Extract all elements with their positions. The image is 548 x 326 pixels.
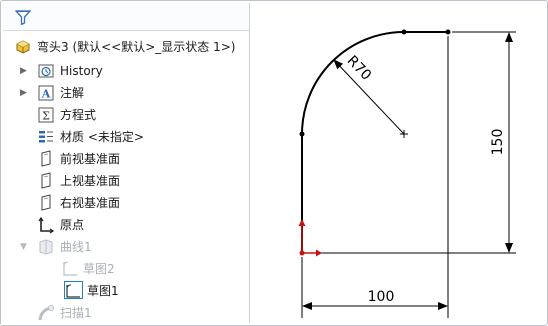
- plane-icon: [41, 194, 51, 211]
- tree-item-sketch1[interactable]: 草图1: [3, 281, 249, 301]
- tree-item-sweep1[interactable]: 扫描1: [3, 303, 249, 323]
- right-plane-label: 右视基准面: [60, 196, 121, 210]
- tree-item-annotations[interactable]: ▶ A 注解: [3, 83, 249, 103]
- annotations-label: 注解: [60, 86, 85, 100]
- sketch-profile-line[interactable]: [301, 31, 448, 253]
- feature-manager-tree: 弯头3 (默认<<默认>_显示状态 1>) ▶ History ▶ A 注解 Σ…: [3, 3, 250, 323]
- sketch-origin-icon[interactable]: [298, 219, 323, 257]
- tree-item-sketch2[interactable]: 草图2: [3, 259, 249, 279]
- tree-item-root-part[interactable]: 弯头3 (默认<<默认>_显示状态 1>): [3, 37, 249, 57]
- tree-item-origin[interactable]: 原点: [3, 215, 249, 235]
- root-part-label: 弯头3 (默认<<默认>_显示状态 1>): [37, 40, 236, 54]
- sweep-icon: [38, 305, 54, 321]
- width-dimension-text[interactable]: 100: [368, 289, 395, 305]
- svg-text:Σ: Σ: [42, 110, 50, 123]
- radius-dimension-text[interactable]: R70: [344, 53, 375, 84]
- front-plane-label: 前视基准面: [60, 152, 121, 166]
- curve1-label: 曲线1: [60, 240, 92, 254]
- tree-item-curve1[interactable]: ▼ 曲线1: [3, 237, 249, 257]
- tree-item-right-plane[interactable]: 右视基准面: [3, 193, 249, 213]
- history-label: History: [60, 64, 103, 78]
- material-icon: [39, 131, 53, 143]
- expand-arrow-icon[interactable]: ▶: [20, 65, 30, 77]
- graphics-area[interactable]: R70 150 100: [250, 3, 545, 323]
- tree-item-history[interactable]: ▶ History: [3, 61, 249, 81]
- sketch-point[interactable]: [299, 131, 305, 137]
- sweep1-label: 扫描1: [60, 306, 92, 320]
- annotation-icon: A: [38, 85, 54, 101]
- sketch2-label: 草图2: [83, 262, 115, 276]
- curve-icon: [39, 239, 53, 255]
- tree-item-top-plane[interactable]: 上视基准面: [3, 171, 249, 191]
- sketch-point[interactable]: [401, 29, 407, 35]
- origin-label: 原点: [60, 218, 85, 232]
- sketch1-label: 草图1: [87, 284, 119, 298]
- plane-icon: [41, 150, 51, 167]
- height-dimension-text[interactable]: 150: [490, 129, 506, 156]
- plane-icon: [41, 172, 51, 189]
- tree-item-equations[interactable]: Σ 方程式: [3, 105, 249, 125]
- svg-text:A: A: [41, 88, 51, 101]
- expand-arrow-icon[interactable]: ▶: [20, 87, 30, 99]
- sketch-icon: [66, 284, 80, 298]
- material-label: 材质 <未指定>: [60, 130, 144, 144]
- filter-icon[interactable]: [15, 10, 31, 25]
- history-folder-icon: [38, 64, 54, 78]
- origin-icon: [38, 216, 55, 234]
- sketch-point[interactable]: [445, 29, 451, 35]
- tree-item-front-plane[interactable]: 前视基准面: [3, 149, 249, 169]
- tree-header: [3, 3, 249, 31]
- equation-icon: Σ: [38, 107, 54, 123]
- top-plane-label: 上视基准面: [60, 174, 121, 188]
- part-icon: [16, 40, 30, 54]
- sketch-canvas[interactable]: R70 150 100: [250, 3, 545, 323]
- equations-label: 方程式: [60, 108, 97, 122]
- tree-item-material[interactable]: 材质 <未指定>: [3, 127, 249, 147]
- sketch-icon: [63, 261, 77, 276]
- collapse-arrow-icon[interactable]: ▼: [20, 241, 30, 253]
